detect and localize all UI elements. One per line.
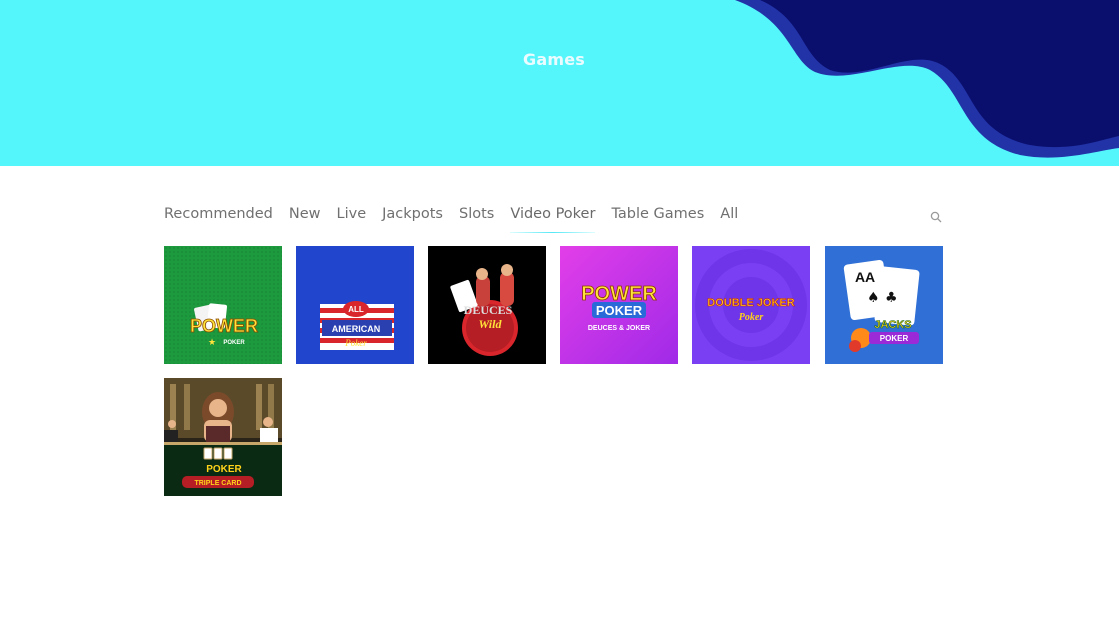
- game-logo-line-3: Poker: [344, 338, 367, 348]
- game-logo-line-1: DEUCES: [464, 303, 513, 317]
- game-tile-triple-card-poker[interactable]: POKER TRIPLE CARD: [164, 378, 282, 496]
- svg-text:★: ★: [208, 338, 216, 348]
- tab-live[interactable]: Live: [337, 206, 367, 224]
- game-logo-line-1: JACKS: [874, 319, 911, 331]
- svg-text:A: A: [865, 269, 875, 285]
- tab-video-poker[interactable]: Video Poker: [510, 206, 596, 233]
- tab-jackpots[interactable]: Jackpots: [382, 206, 443, 224]
- game-tile-all-american-poker[interactable]: ALL AMERICAN Poker: [296, 246, 414, 364]
- tab-table-games[interactable]: Table Games: [611, 206, 704, 224]
- svg-text:A: A: [855, 269, 865, 285]
- game-logo-line-3: DEUCES & JOKER: [588, 325, 650, 332]
- game-logo-line-1: ALL: [348, 305, 364, 314]
- page-title: Games: [523, 50, 585, 69]
- tab-slots[interactable]: Slots: [459, 206, 494, 224]
- game-logo-line-2: TRIPLE CARD: [194, 480, 241, 487]
- hero-banner: Games: [0, 0, 1119, 166]
- game-logo-line-2: POKER: [596, 303, 643, 318]
- game-logo-line-1: POWER: [190, 316, 258, 336]
- search-icon[interactable]: [930, 208, 942, 223]
- game-logo-line-1: DOUBLE JOKER: [707, 297, 794, 309]
- game-tile-double-joker-poker[interactable]: DOUBLE JOKER Poker: [692, 246, 810, 364]
- game-tile-jacks-poker[interactable]: A A ♠ ♣ JACKS POKER: [825, 246, 943, 364]
- svg-text:♠: ♠: [867, 290, 880, 306]
- game-logo-line-2: POKER: [223, 340, 245, 346]
- tab-recommended[interactable]: Recommended: [164, 206, 273, 224]
- game-tile-power-poker[interactable]: POWER POKER ★: [164, 246, 282, 364]
- tab-all[interactable]: All: [720, 206, 738, 224]
- tab-new[interactable]: New: [289, 206, 321, 224]
- game-logo-line-2: Wild: [479, 317, 503, 331]
- hero-wave-graphic: [735, 0, 1119, 158]
- game-logo-line-2: POKER: [880, 334, 909, 343]
- game-logo-line-2: Poker: [739, 312, 764, 323]
- game-logo-line-1: POWER: [581, 283, 657, 305]
- category-tabs: Recommended New Live Jackpots Slots Vide…: [164, 204, 754, 233]
- svg-text:♣: ♣: [885, 290, 898, 306]
- game-tile-power-poker-deuces-joker[interactable]: POWER POKER DEUCES & JOKER: [560, 246, 678, 364]
- game-logo-line-2: AMERICAN: [332, 324, 381, 334]
- game-logo-line-1: POKER: [206, 464, 242, 475]
- game-tile-deuces-wild[interactable]: DEUCES Wild: [428, 246, 546, 364]
